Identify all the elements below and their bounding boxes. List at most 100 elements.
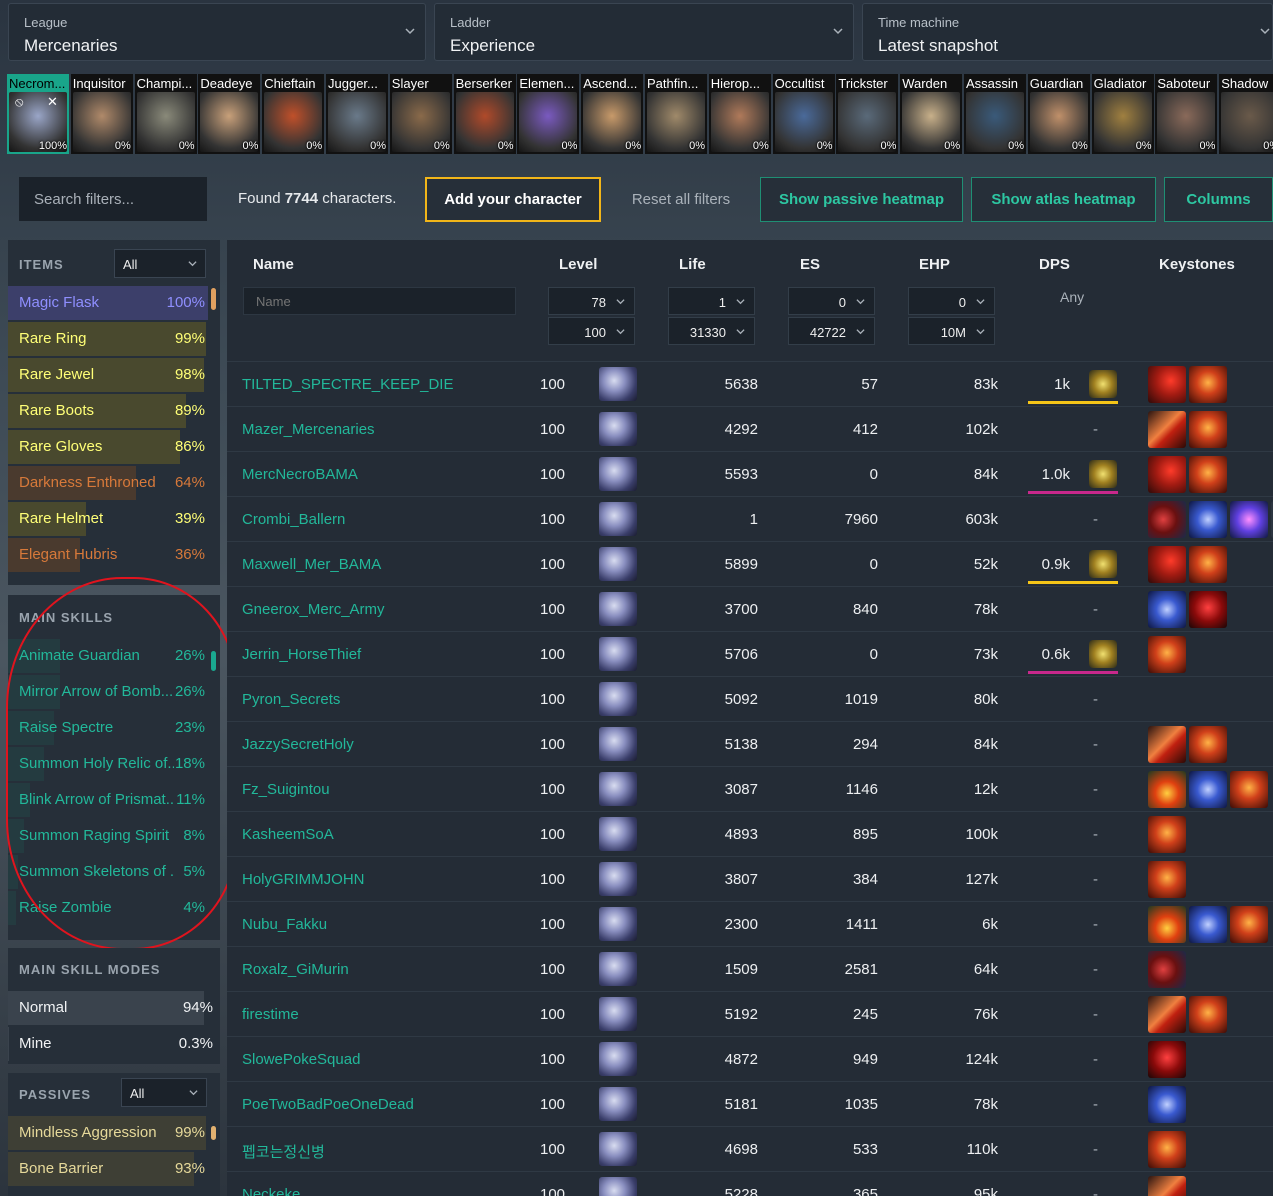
table-row[interactable]: PoeTwoBadPoeOneDead 100 5181 1035 78k -	[227, 1081, 1273, 1127]
passive-filter[interactable]: Mindless Aggression 99%	[8, 1116, 208, 1150]
class-card[interactable]: Chieftain 0%	[262, 74, 325, 154]
table-row[interactable]: Jerrin_HorseThief 100 5706 0 73k 0.6k	[227, 631, 1273, 677]
level-max-select[interactable]: 100	[548, 317, 635, 345]
character-name-link[interactable]: firestime	[242, 1006, 299, 1023]
table-row[interactable]: Pyron_Secrets 100 5092 1019 80k -	[227, 676, 1273, 722]
class-card[interactable]: Ascend... 0%	[581, 74, 644, 154]
header-keystones[interactable]: Keystones	[1159, 256, 1235, 273]
table-row[interactable]: Mazer_Mercenaries 100 4292 412 102k -	[227, 406, 1273, 452]
mode-filter[interactable]: Mine 0.3%	[8, 1027, 216, 1061]
class-card[interactable]: Champi... 0%	[134, 74, 197, 154]
class-card[interactable]: Hierop... 0%	[708, 74, 771, 154]
table-row[interactable]: MercNecroBAMA 100 5593 0 84k 1.0k	[227, 451, 1273, 497]
league-select[interactable]: League Mercenaries	[8, 3, 426, 61]
keystone-icon[interactable]	[1148, 456, 1186, 493]
keystone-icon[interactable]	[1148, 996, 1186, 1033]
skill-filter[interactable]: Blink Arrow of Prismat... 11%	[8, 783, 208, 817]
keystone-icon[interactable]	[1148, 501, 1186, 538]
character-name-link[interactable]: PoeTwoBadPoeOneDead	[242, 1096, 414, 1113]
keystone-icon[interactable]	[1148, 951, 1186, 988]
dps-filter[interactable]: Any	[1060, 289, 1084, 305]
keystone-icon[interactable]	[1189, 501, 1227, 538]
class-card[interactable]: Deadeye 0%	[198, 74, 261, 154]
keystone-icon[interactable]	[1148, 1041, 1186, 1078]
keystone-icon[interactable]	[1189, 591, 1227, 628]
table-row[interactable]: firestime 100 5192 245 76k -	[227, 991, 1273, 1037]
class-card[interactable]: Elemen... 0%	[517, 74, 580, 154]
character-name-link[interactable]: Gneerox_Merc_Army	[242, 601, 385, 618]
character-name-link[interactable]: Maxwell_Mer_BAMA	[242, 556, 381, 573]
skill-filter[interactable]: Summon Holy Relic of... 18%	[8, 747, 208, 781]
keystone-icon[interactable]	[1189, 546, 1227, 583]
item-filter[interactable]: Magic Flask 100%	[8, 286, 208, 320]
header-ehp[interactable]: EHP	[919, 256, 950, 273]
header-level[interactable]: Level	[559, 256, 597, 273]
skill-filter[interactable]: Animate Guardian 26%	[8, 639, 208, 673]
keystone-icon[interactable]	[1148, 1131, 1186, 1168]
class-card[interactable]: Trickster 0%	[836, 74, 899, 154]
columns-button[interactable]: Columns	[1164, 177, 1273, 222]
skill-filter[interactable]: Summon Skeletons of ... 5%	[8, 855, 208, 889]
table-row[interactable]: KasheemSoA 100 4893 895 100k -	[227, 811, 1273, 857]
table-row[interactable]: JazzySecretHoly 100 5138 294 84k -	[227, 721, 1273, 767]
class-card[interactable]: Guardian 0%	[1027, 74, 1090, 154]
table-row[interactable]: SlowePokeSquad 100 4872 949 124k -	[227, 1036, 1273, 1082]
skill-filter[interactable]: Raise Spectre 23%	[8, 711, 208, 745]
class-card[interactable]: Inquisitor 0%	[70, 74, 133, 154]
items-scrollbar[interactable]	[211, 288, 216, 310]
character-name-link[interactable]: Roxalz_GiMurin	[242, 961, 349, 978]
class-card[interactable]: Warden 0%	[900, 74, 963, 154]
item-filter[interactable]: Darkness Enthroned 64%	[8, 466, 208, 500]
es-max-select[interactable]: 42722	[788, 317, 875, 345]
character-name-link[interactable]: 펩코는정신병	[242, 1141, 325, 1162]
item-filter[interactable]: Rare Ring 99%	[8, 322, 208, 356]
passives-filter-select[interactable]: All	[121, 1078, 207, 1107]
skill-filter[interactable]: Summon Raging Spirit 8%	[8, 819, 208, 853]
keystone-icon[interactable]	[1148, 546, 1186, 583]
keystone-icon[interactable]	[1189, 366, 1227, 403]
class-card[interactable]: Slayer 0%	[389, 74, 452, 154]
table-row[interactable]: Crombi_Ballern10017960603k-2+	[227, 496, 1273, 542]
keystone-icon[interactable]	[1148, 861, 1186, 898]
passive-filter[interactable]: Bone Barrier 93%	[8, 1152, 208, 1186]
table-row[interactable]: Nubu_Fakku 100 2300 1411 6k -	[227, 901, 1273, 947]
keystone-icon[interactable]	[1189, 456, 1227, 493]
items-filter-select[interactable]: All	[114, 249, 206, 278]
item-filter[interactable]: Rare Jewel 98%	[8, 358, 208, 392]
table-row[interactable]: Fz_Suigintou 100 3087 1146 12k -	[227, 766, 1273, 812]
table-row[interactable]: 펩코는정신병 100 4698 533 110k -	[227, 1126, 1273, 1172]
class-card[interactable]: Occultist 0%	[772, 74, 835, 154]
table-row[interactable]: Maxwell_Mer_BAMA 100 5899 0 52k 0.9k	[227, 541, 1273, 587]
ehp-min-select[interactable]: 0	[908, 287, 995, 315]
skill-filter[interactable]: Mirror Arrow of Bomb... 26%	[8, 675, 208, 709]
character-name-link[interactable]: Crombi_Ballern	[242, 511, 345, 528]
header-dps[interactable]: DPS	[1039, 256, 1070, 273]
passives-scrollbar[interactable]	[211, 1126, 216, 1140]
atlas-heatmap-button[interactable]: Show atlas heatmap	[971, 177, 1156, 222]
keystone-icon[interactable]	[1148, 636, 1186, 673]
mode-filter[interactable]: Normal 94%	[8, 991, 216, 1025]
table-row[interactable]: HolyGRIMMJOHN 100 3807 384 127k -	[227, 856, 1273, 902]
character-name-link[interactable]: MercNecroBAMA	[242, 466, 358, 483]
character-name-link[interactable]: SlowePokeSquad	[242, 1051, 360, 1068]
character-name-link[interactable]: JazzySecretHoly	[242, 736, 354, 753]
keystone-icon[interactable]	[1189, 726, 1227, 763]
reset-filters-button[interactable]: Reset all filters	[620, 177, 742, 222]
life-min-select[interactable]: 1	[668, 287, 755, 315]
class-card[interactable]: Assassin 0%	[964, 74, 1026, 154]
item-filter[interactable]: Rare Helmet 39%	[8, 502, 208, 536]
class-card[interactable]: Shadow 0%	[1219, 74, 1273, 154]
keystone-icon[interactable]	[1148, 771, 1186, 808]
character-name-link[interactable]: Nubu_Fakku	[242, 916, 327, 933]
character-name-link[interactable]: TILTED_SPECTRE_KEEP_DIE	[242, 376, 453, 393]
keystone-icon[interactable]	[1148, 1086, 1186, 1123]
item-filter[interactable]: Elegant Hubris 36%	[8, 538, 208, 572]
header-name[interactable]: Name	[253, 256, 294, 273]
keystone-icon[interactable]	[1189, 411, 1227, 448]
keystone-icon[interactable]	[1148, 816, 1186, 853]
class-card[interactable]: Berserker 0%	[453, 74, 516, 154]
time-machine-select[interactable]: Time machine Latest snapshot	[862, 3, 1273, 61]
keystone-icon[interactable]	[1189, 996, 1227, 1033]
class-card[interactable]: Saboteur 0%	[1155, 74, 1218, 154]
keystone-icon[interactable]	[1189, 771, 1227, 808]
